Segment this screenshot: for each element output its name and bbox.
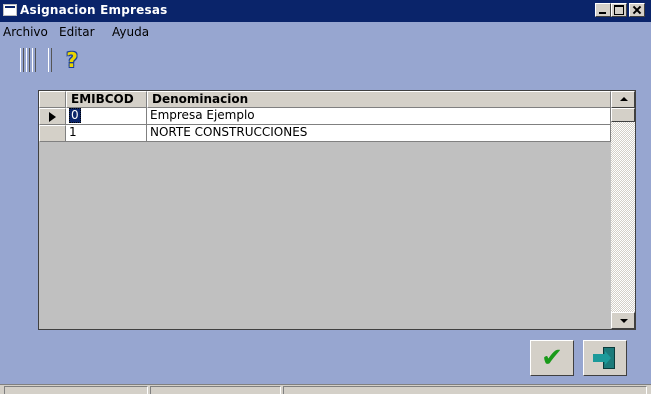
help-question-icon[interactable]: ? [60,48,84,72]
window-title: Asignacion Empresas [20,3,168,17]
toolbar: ? [0,42,651,76]
status-panel [4,386,148,394]
minimize-button[interactable] [595,3,611,17]
menu-editar[interactable]: Editar [59,25,95,39]
vertical-scrollbar[interactable] [611,91,635,329]
scroll-down-button[interactable] [611,312,635,329]
exit-door-icon [593,347,617,369]
app-icon[interactable] [3,4,17,16]
column-header-denominacion[interactable]: Denominacion [147,91,611,108]
table-cell-name[interactable]: NORTE CONSTRUCCIONES [147,125,611,142]
status-panel [283,386,647,394]
row-indicator[interactable] [39,108,66,125]
menu-bar: Archivo Editar Ayuda [0,22,651,42]
row-indicator[interactable] [39,125,66,142]
status-bar [0,384,651,394]
companies-grid[interactable]: EMIBCOD Denominacion 0 Empresa Ejemplo 1… [38,90,636,330]
table-cell-code[interactable]: 0 [66,108,147,125]
toolbar-grip[interactable] [26,48,30,72]
close-button[interactable] [629,3,645,17]
app-window: Asignacion Empresas Archivo Editar Ayuda… [0,0,651,394]
column-header-emibcod[interactable]: EMIBCOD [66,91,147,108]
table-cell-name[interactable]: Empresa Ejemplo [147,108,611,125]
grid-corner-header [39,91,66,108]
cell-focus: 0 [69,108,81,123]
checkmark-icon: ✔ [541,343,563,373]
table-cell-code[interactable]: 1 [66,125,147,142]
menu-ayuda[interactable]: Ayuda [112,25,149,39]
current-row-arrow-icon [49,112,56,122]
scroll-thumb[interactable] [611,108,635,122]
toolbar-grip[interactable] [20,48,24,72]
toolbar-separator [48,48,52,72]
scroll-up-button[interactable] [611,91,635,108]
status-panel [150,386,281,394]
maximize-button[interactable] [611,3,627,17]
exit-button[interactable] [583,340,627,376]
accept-button[interactable]: ✔ [530,340,574,376]
title-bar[interactable]: Asignacion Empresas [0,0,651,22]
toolbar-grip[interactable] [32,48,36,72]
menu-archivo[interactable]: Archivo [3,25,48,39]
